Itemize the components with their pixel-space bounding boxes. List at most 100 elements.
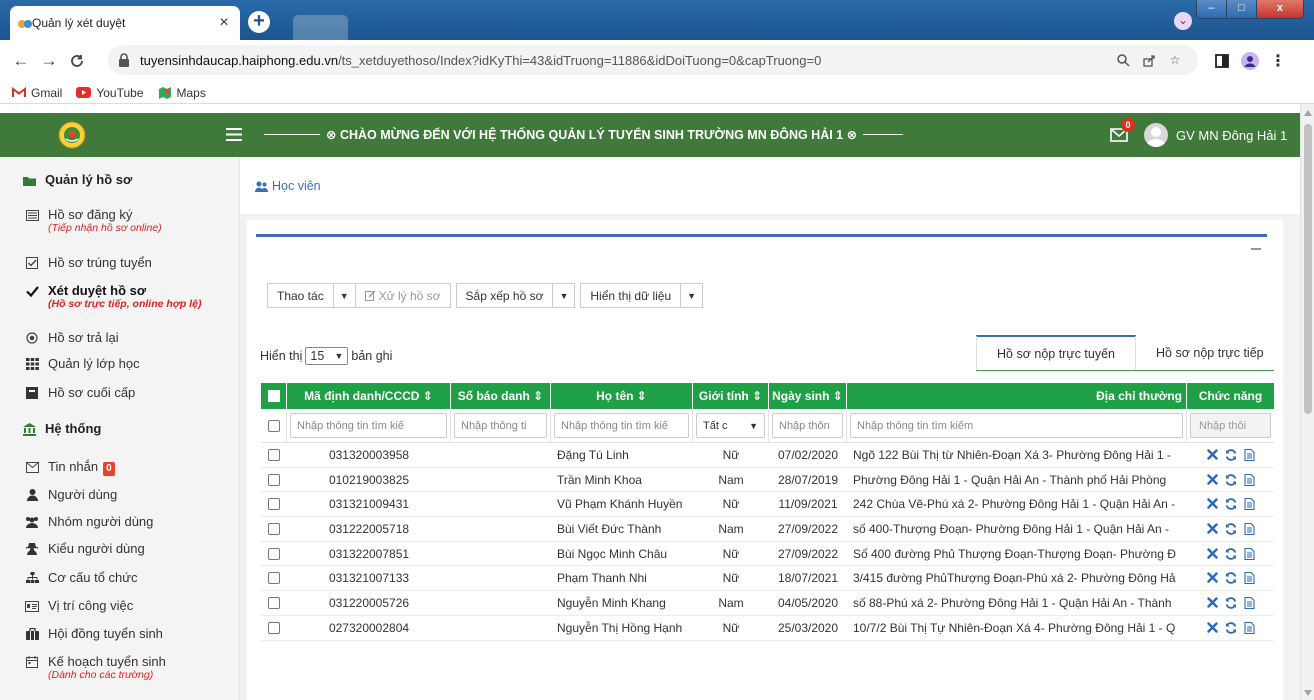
page-length-select[interactable]: 15 ▼ [305,347,349,365]
sidebar-item-ho-so-dang-ky[interactable]: Hồ sơ đăng ký (Tiếp nhận hồ sơ online) [0,207,240,234]
forward-arrow-icon[interactable]: → [38,50,60,72]
minimize-window-button[interactable]: – [1197,0,1227,18]
refresh-icon[interactable] [1225,473,1237,486]
filter-checkbox[interactable] [267,419,280,432]
sidebar-item-ho-so-trung-tuyen[interactable]: Hồ sơ trúng tuyển [0,255,240,270]
refresh-icon[interactable] [1225,523,1237,535]
tab-online-submission[interactable]: Hồ sơ nộp trực tuyến [976,335,1137,371]
chrome-menu-icon[interactable]: ⋮ [1268,51,1288,71]
back-arrow-icon[interactable]: ← [10,50,32,72]
filter-candidate-number-input[interactable]: Nhập thông ti [454,413,547,438]
sidebar-item-kieu-nguoi-dung[interactable]: Kiểu người dùng [0,541,240,556]
display-data-button[interactable]: Hiển thị dữ liệu [580,283,682,308]
select-all-checkbox[interactable] [261,383,287,409]
scrollbar-thumb[interactable] [1304,124,1312,414]
table-row[interactable]: 031321007133 Phạm Thanh Nhi Nữ 18/07/2021 3/… [261,566,1274,592]
zoom-icon[interactable] [1110,53,1136,67]
reject-icon[interactable] [1206,572,1218,583]
document-icon[interactable] [1243,522,1255,535]
sort-dropdown-icon[interactable]: ▼ [552,283,576,308]
share-icon[interactable] [1136,54,1162,67]
close-window-button[interactable]: x [1256,0,1303,18]
table-row[interactable]: 031321009431 Vũ Phạm Khánh Huyền Nữ 11/09/2… [261,492,1274,518]
filter-address-input[interactable]: Nhập thông tin tìm kiếm [850,413,1183,438]
column-address[interactable]: Địa chỉ thường [847,383,1187,409]
maximize-window-button[interactable]: □ [1226,0,1257,18]
reject-icon[interactable] [1206,523,1218,534]
refresh-icon[interactable] [1225,547,1237,560]
table-row[interactable]: 031320003958 Đặng Tú Linh Nữ 07/02/2020 Ngõ … [261,443,1274,468]
row-checkbox[interactable] [268,473,280,486]
document-icon[interactable] [1243,596,1255,609]
row-checkbox[interactable] [268,522,280,535]
column-candidate-number[interactable]: Số báo danh ⇕ [451,383,551,409]
sidebar-item-quan-ly-lop-hoc[interactable]: Quản lý lớp học [0,356,240,371]
bookmark-youtube[interactable]: YouTube [76,86,144,100]
bookmark-gmail[interactable]: Gmail [12,86,62,100]
scroll-up-icon[interactable] [1304,110,1312,116]
row-checkbox[interactable] [268,498,280,511]
close-tab-icon[interactable]: × [216,14,232,32]
document-icon[interactable] [1243,473,1255,486]
browser-tab[interactable]: Quản lý xét duyệt × [10,6,240,40]
column-id[interactable]: Mã định danh/CCCD ⇕ [287,383,451,409]
display-dropdown-icon[interactable]: ▼ [680,283,704,308]
refresh-icon[interactable] [1225,572,1237,585]
reload-icon[interactable] [66,50,88,72]
sidebar-item-nguoi-dung[interactable]: Người dùng [0,487,240,502]
sort-records-button[interactable]: Sắp xếp hồ sơ [455,283,554,308]
collapse-panel-icon[interactable] [1251,248,1261,250]
omnibox[interactable]: tuyensinhdaucap.haiphong.edu.vn/ts_xetdu… [108,45,1198,75]
column-full-name[interactable]: Họ tên ⇕ [551,383,693,409]
reject-icon[interactable] [1206,597,1218,608]
page-scrollbar[interactable] [1300,104,1314,700]
document-icon[interactable] [1243,572,1255,585]
sidebar-item-co-cau-to-chuc[interactable]: Cơ cấu tổ chức [0,570,240,585]
filter-id-input[interactable]: Nhập thông tin tìm kiế [290,413,447,438]
user-avatar[interactable] [1144,123,1168,147]
reject-icon[interactable] [1206,449,1218,460]
reject-icon[interactable] [1206,498,1218,509]
column-gender[interactable]: Giới tính ⇕ [693,383,769,409]
filter-gender-select[interactable]: Tất c ▼ [696,413,765,438]
new-tab-button[interactable]: + [248,11,270,33]
refresh-icon[interactable] [1225,449,1237,461]
document-icon[interactable] [1243,448,1255,461]
breadcrumb[interactable]: Học viên [255,179,321,193]
sidebar-item-xet-duyet-ho-so[interactable]: Xét duyệt hồ sơ (Hồ sơ trực tiếp, online … [0,283,240,310]
row-checkbox[interactable] [268,596,280,609]
hamburger-menu-icon[interactable] [226,128,242,141]
document-icon[interactable] [1243,498,1255,511]
sidebar-item-nhom-nguoi-dung[interactable]: Nhóm người dùng [0,514,240,529]
table-row[interactable]: 031322007851 Bùi Ngọc Minh Châu Nữ 27/09/20… [261,542,1274,567]
document-icon[interactable] [1243,547,1255,560]
sidebar-item-ke-hoach-tuyen-sinh[interactable]: Kế hoạch tuyển sinh (Dành cho các trường) [0,654,240,681]
sidebar-panel-icon[interactable] [1212,51,1232,71]
user-name[interactable]: GV MN Đông Hải 1 [1176,128,1287,143]
filter-name-input[interactable]: Nhập thông tin tìm kiế [554,413,689,438]
sidebar-item-ho-so-cuoi-cap[interactable]: Hồ sơ cuối cấp [0,385,240,400]
refresh-icon[interactable] [1225,621,1237,634]
bookmark-maps[interactable]: Maps [158,86,206,100]
sidebar-section-he-thong[interactable]: Hệ thống [0,421,240,436]
tab-direct-submission[interactable]: Hồ sơ nộp trực tiếp [1136,335,1284,371]
sidebar-section-ho-so[interactable]: Quản lý hồ sơ [0,172,240,187]
table-row[interactable]: 031222005718 Bùi Viết Đức Thành Nam 27/09/2… [261,517,1274,542]
sidebar-item-ho-so-tra-lai[interactable]: Hồ sơ trả lại [0,330,240,345]
table-row[interactable]: 027320002804 Nguyễn Thị Hồng Hạnh Nữ 25/03/… [261,616,1274,641]
document-icon[interactable] [1243,621,1255,634]
reject-icon[interactable] [1206,621,1218,633]
refresh-icon[interactable] [1225,498,1237,510]
tab-search-icon[interactable]: ⌄ [1174,12,1192,30]
profile-avatar-icon[interactable] [1240,51,1260,71]
row-checkbox[interactable] [268,448,280,461]
actions-button[interactable]: Thao tác [267,283,334,308]
actions-dropdown-icon[interactable]: ▼ [332,283,356,308]
sidebar-item-tin-nhan[interactable]: Tin nhắn 0 [0,459,240,476]
filter-birth-date-input[interactable]: Nhập thôn [772,413,843,438]
refresh-icon[interactable] [1225,597,1237,609]
column-birth-date[interactable]: Ngày sinh ⇕ [769,383,847,409]
reject-icon[interactable] [1206,547,1218,559]
row-checkbox[interactable] [268,621,280,634]
sidebar-item-hoi-dong-tuyen-sinh[interactable]: Hội đồng tuyển sinh [0,626,240,641]
